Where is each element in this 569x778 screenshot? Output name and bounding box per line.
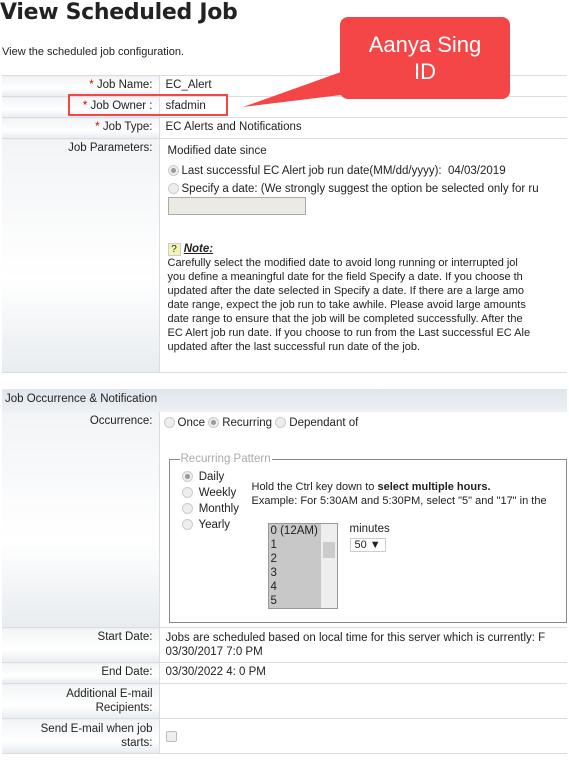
- option-specify-label: Specify a date: (We strongly suggest the…: [181, 183, 539, 195]
- pattern-weekly: Weekly: [198, 487, 237, 499]
- row-end-date: End Date: 03/30/2022 4: 0 PM: [2, 662, 567, 684]
- last-run-date: 04/03/2019: [448, 165, 506, 177]
- send-email-checkbox[interactable]: [165, 731, 177, 742]
- additional-label: Recipients:: [95, 702, 153, 714]
- job-type-label: Job Type:: [102, 121, 153, 133]
- radio-dependant[interactable]: [275, 417, 287, 428]
- page-title: View Scheduled Job: [0, 0, 238, 25]
- note-text: Carefully select the modified date to av…: [168, 256, 568, 354]
- note-line: date range, expect the job run to take a…: [167, 299, 526, 311]
- end-date-value: 03/30/2022 4: 0 PM: [159, 662, 567, 684]
- occurrence-label: Occurrence:: [2, 412, 160, 628]
- note-line: date range to ensure that the job will b…: [167, 313, 523, 325]
- end-date-label: End Date:: [2, 662, 160, 684]
- radio-weekly[interactable]: [181, 487, 193, 498]
- start-date-note: Jobs are scheduled based on local time f…: [165, 632, 546, 644]
- note-line: Carefully select the modified date to av…: [167, 257, 518, 269]
- radio-last-successful[interactable]: [167, 165, 179, 176]
- option-once: Once: [177, 417, 206, 429]
- radio-recurring[interactable]: [208, 417, 220, 428]
- additional-label: Additional E-mail: [66, 688, 153, 700]
- row-start-date: Start Date: Jobs are scheduled based on l…: [2, 627, 567, 663]
- note-title: Note:: [183, 243, 214, 255]
- callout-text: Aanya Sing: [368, 32, 482, 57]
- required-mark: *: [89, 79, 94, 91]
- row-job-type: * Job Type: EC Alerts and Notifications: [2, 117, 567, 139]
- required-mark: *: [95, 121, 100, 133]
- specify-date-input[interactable]: [167, 197, 306, 215]
- section-header: Job Occurrence & Notification: [2, 389, 567, 412]
- modified-date-heading: Modified date since: [167, 145, 267, 157]
- occurrence-area: Once Recurring Dependant of Recurring Pa…: [163, 417, 567, 627]
- note-line: you define a meaningful date for the fie…: [167, 271, 523, 283]
- option-last-label: Last successful EC Alert job run date(MM…: [181, 165, 442, 177]
- pattern-daily: Daily: [198, 471, 225, 483]
- row-job-parameters: Job Parameters: Modified date since Last…: [2, 138, 568, 373]
- hint-text: Hold the Ctrl key down to: [251, 481, 378, 493]
- main-content: * Job Name: EC_Alert * Job Owner : sfadmin…: [2, 75, 567, 754]
- scroll-thumb[interactable]: [322, 542, 335, 558]
- additional-recipients-value: [159, 683, 567, 719]
- start-date-value: 03/30/2017 7:0 PM: [165, 646, 263, 658]
- radio-specify-date[interactable]: [167, 183, 179, 194]
- note-line: EC Alert job run date. If you choose to …: [167, 327, 531, 339]
- hint-example: Example: For 5:30AM and 5:30PM, select "…: [251, 495, 547, 507]
- help-icon[interactable]: ?: [167, 243, 181, 256]
- row-additional-recipients: Additional E-mail Recipients:: [2, 683, 567, 719]
- hours-hint: Hold the Ctrl key down to select multipl…: [252, 480, 564, 508]
- page-subtitle: View the scheduled job configuration.: [2, 46, 185, 58]
- job-info-table: * Job Name: EC_Alert * Job Owner : sfadmin…: [2, 75, 567, 373]
- recurring-pattern-legend: Recurring Pattern: [180, 453, 271, 465]
- occurrence-table: Occurrence: Once Recurring Dependant of …: [2, 412, 567, 754]
- radio-once[interactable]: [163, 417, 175, 428]
- radio-monthly[interactable]: [181, 503, 193, 514]
- pattern-yearly: Yearly: [198, 519, 231, 531]
- pattern-options: Daily Weekly Monthly Yearly: [181, 469, 239, 533]
- option-dependant: Dependant of: [289, 417, 359, 429]
- send-email-label: Send E-mail when job: [40, 723, 153, 735]
- minutes-select[interactable]: 50 ▼: [349, 538, 386, 552]
- callout-pointer: [243, 72, 341, 107]
- radio-yearly[interactable]: [181, 519, 193, 530]
- row-send-email: Send E-mail when job starts:: [2, 718, 567, 754]
- minutes-label: minutes: [349, 523, 390, 535]
- job-type-value: EC Alerts and Notifications: [159, 117, 567, 139]
- job-parameters-label: Job Parameters:: [2, 138, 160, 373]
- owner-highlight-box: [68, 94, 228, 116]
- note-line: updated after the date selected in Speci…: [167, 285, 525, 297]
- job-name-label: Job Name:: [96, 79, 153, 91]
- hours-listbox[interactable]: 0 (12AM) 1 2 3 4 5: [267, 523, 338, 609]
- hint-bold: select multiple hours.: [377, 481, 491, 493]
- row-occurrence: Occurrence: Once Recurring Dependant of …: [2, 412, 567, 628]
- note-line: updated after the last successful run da…: [167, 341, 421, 353]
- option-recurring: Recurring: [222, 417, 273, 429]
- send-email-label: starts:: [121, 737, 153, 749]
- radio-daily[interactable]: [181, 471, 193, 482]
- callout-text: ID: [414, 59, 436, 84]
- pattern-monthly: Monthly: [198, 503, 239, 515]
- start-date-label: Start Date:: [2, 627, 160, 663]
- listbox-scrollbar[interactable]: [320, 524, 337, 608]
- callout-annotation: Aanya Sing ID: [340, 17, 510, 99]
